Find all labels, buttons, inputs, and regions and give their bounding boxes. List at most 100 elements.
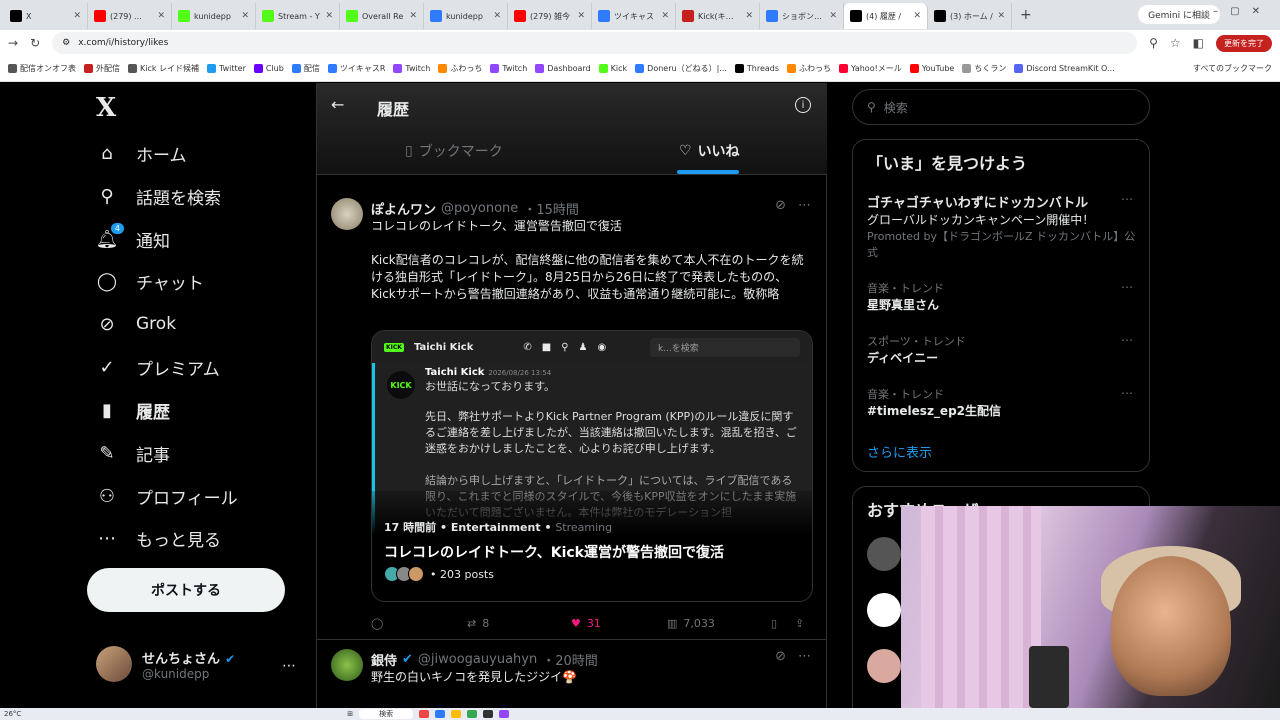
browser-tab[interactable]: (3) ホーム / ✕ [928,3,1012,29]
close-tab-icon[interactable]: ✕ [829,11,837,21]
grok-icon[interactable]: ⊘ [775,649,786,664]
close-tab-icon[interactable]: ✕ [577,11,585,21]
bookmark-item[interactable]: Kick レイド候補 [128,63,199,74]
nav-item[interactable]: ◯ チャット [96,269,204,294]
nav-item[interactable]: ⚇ プロフィール [96,484,238,509]
browser-tab[interactable]: Overall Re ✕ [340,3,424,29]
bookmark-item[interactable]: YouTube [909,64,954,73]
start-icon[interactable]: ⊞ [347,710,353,718]
author-handle[interactable]: @poyonone [441,201,518,216]
search-input[interactable]: ⚲ 検索 [852,89,1150,125]
nav-item[interactable]: ⊘ Grok [96,313,176,335]
address-bar[interactable]: ⚙ x.com/i/history/likes [52,32,1138,54]
grok-icon[interactable]: ⊘ [775,198,786,213]
author-name[interactable]: ぽよんワン [371,199,436,218]
nav-item[interactable]: ⋯ もっと見る [96,526,221,551]
bookmark-item[interactable]: ふわっち [787,63,831,74]
bookmark-item[interactable]: Twitch [490,64,527,73]
nav-item[interactable]: 🔔︎ 4 通知 [96,222,170,252]
more-icon[interactable]: ⋯ [1121,280,1133,294]
browser-tab[interactable]: (4) 履歴 / ✕ [844,3,928,29]
author-handle[interactable]: @jiwoogauyuahyn [418,652,537,667]
trend-item[interactable]: ゴチャゴチャいわずにドッカンバトル グローバルドッカンキャンペーン開催中！ Pr… [867,192,1139,260]
account-switcher[interactable]: せんちょさん ✔ @kunidepp [96,646,235,682]
x-logo-icon[interactable]: X [96,93,116,123]
retweet-button[interactable]: ⇄ 8 [467,617,571,630]
bookmark-item[interactable]: 配信オンオフ表 [8,63,76,74]
avatar[interactable] [867,649,901,683]
extensions-icon[interactable]: ◧ [1193,36,1204,50]
share-button[interactable]: ⇪ [795,617,804,630]
star-icon[interactable]: ☆ [1170,36,1181,50]
bookmark-item[interactable]: Twitter [207,64,246,73]
nav-item[interactable]: ▮ 履歴 [96,398,170,423]
bookmark-item[interactable]: ちくラン [962,63,1006,74]
bookmark-item[interactable]: ふわっち [438,63,482,74]
tab-bookmarks[interactable]: ▯ ブックマーク [405,141,503,161]
nav-item[interactable]: ✎ 記事 [96,441,170,466]
more-icon[interactable]: ⋯ [1121,333,1133,347]
browser-tab[interactable]: kunidepp ✕ [172,3,256,29]
back-arrow-icon[interactable]: ← [331,95,344,114]
bookmark-item[interactable]: Yahoo!メール [839,63,902,74]
bookmark-item[interactable]: Twitch [393,64,430,73]
close-tab-icon[interactable]: ✕ [493,11,501,21]
close-tab-icon[interactable]: ✕ [241,11,249,21]
weather-widget[interactable]: 26°C [4,710,21,718]
bookmark-item[interactable]: ツイキャスR [327,63,385,74]
nav-item[interactable]: ⌂ ホーム [96,141,186,166]
bookmark-item[interactable]: Kick [598,64,627,73]
more-icon[interactable]: ⋯ [798,198,811,213]
bookmark-item[interactable]: 配信 [291,63,320,74]
views-button[interactable]: ▥ 7,033 [667,617,771,630]
post-button[interactable]: ポストする [87,568,285,612]
bookmark-item[interactable]: 外配信 [84,63,120,74]
news-card[interactable]: KICK Taichi Kick ✆ ■ ⚲ ♟ ◉ k...を検索 KICK … [371,330,813,602]
like-button[interactable]: ♥ 31 [571,617,667,630]
more-icon[interactable]: ⋯ [1121,192,1133,206]
app-icon[interactable] [435,710,446,718]
author-name[interactable]: 銀侍 [371,650,397,669]
tweet[interactable]: ぽよんワン @poyonone ・15時間 ⊘ ⋯ コレコレのレイドトーク、運営… [317,190,827,640]
browser-tab[interactable]: X ✕ [4,3,88,29]
tweet-time[interactable]: ・20時間 [542,650,598,669]
close-tab-icon[interactable]: ✕ [325,11,333,21]
close-tab-icon[interactable]: ✕ [157,11,165,21]
back-icon[interactable]: → [8,36,18,50]
bookmark-button[interactable]: ▯ [771,617,795,630]
browser-tab[interactable]: (279) ... ✕ [88,3,172,29]
app-icon[interactable] [499,710,510,718]
close-tab-icon[interactable]: ✕ [73,11,81,21]
gemini-button[interactable]: Gemini に相談 [1138,5,1220,24]
zoom-icon[interactable]: ⚲ [1149,36,1158,50]
browser-tab[interactable]: kunidepp ✕ [424,3,508,29]
bookmark-item[interactable]: Threads [734,64,779,73]
browser-tab[interactable]: Kick(キック ✕ [676,3,760,29]
more-icon[interactable]: ⋯ [1121,386,1133,400]
close-tab-icon[interactable]: ✕ [745,11,753,21]
trend-item[interactable]: スポーツ・トレンド ディベイニー ⋯ [867,333,1139,366]
bookmark-item[interactable]: Doneru（どねる）|... [635,63,727,74]
window-controls[interactable]: –▢✕ [1213,6,1272,17]
reply-button[interactable]: ◯ [371,617,467,630]
browser-tab[interactable]: ツイキャス ✕ [592,3,676,29]
account-more-icon[interactable]: ⋯ [282,658,296,674]
tab-likes[interactable]: ♡ いいね [679,141,740,161]
avatar[interactable] [867,537,901,571]
tweet-time[interactable]: ・15時間 [523,199,579,218]
close-tab-icon[interactable]: ✕ [661,11,669,21]
nav-item[interactable]: ✓ プレミアム [96,355,219,380]
reload-icon[interactable]: ↻ [30,36,40,50]
avatar[interactable] [331,649,363,681]
app-icon[interactable] [467,710,478,718]
close-tab-icon[interactable]: ✕ [997,11,1005,21]
browser-tab[interactable]: Stream - Y ✕ [256,3,340,29]
tweet[interactable]: 銀侍 ✔ @jiwoogauyuahyn ・20時間 ⊘ ⋯ 野生の白いキノコを… [317,641,827,708]
bookmark-item[interactable]: Dashboard [535,64,591,73]
close-tab-icon[interactable]: ✕ [913,11,921,21]
info-icon[interactable]: i [795,97,811,113]
browser-tab[interactable]: ショボンKICK ✕ [760,3,844,29]
show-more-link[interactable]: さらに表示 [867,442,932,461]
all-bookmarks[interactable]: すべてのブックマーク [1193,63,1272,74]
app-icon[interactable] [451,710,462,718]
